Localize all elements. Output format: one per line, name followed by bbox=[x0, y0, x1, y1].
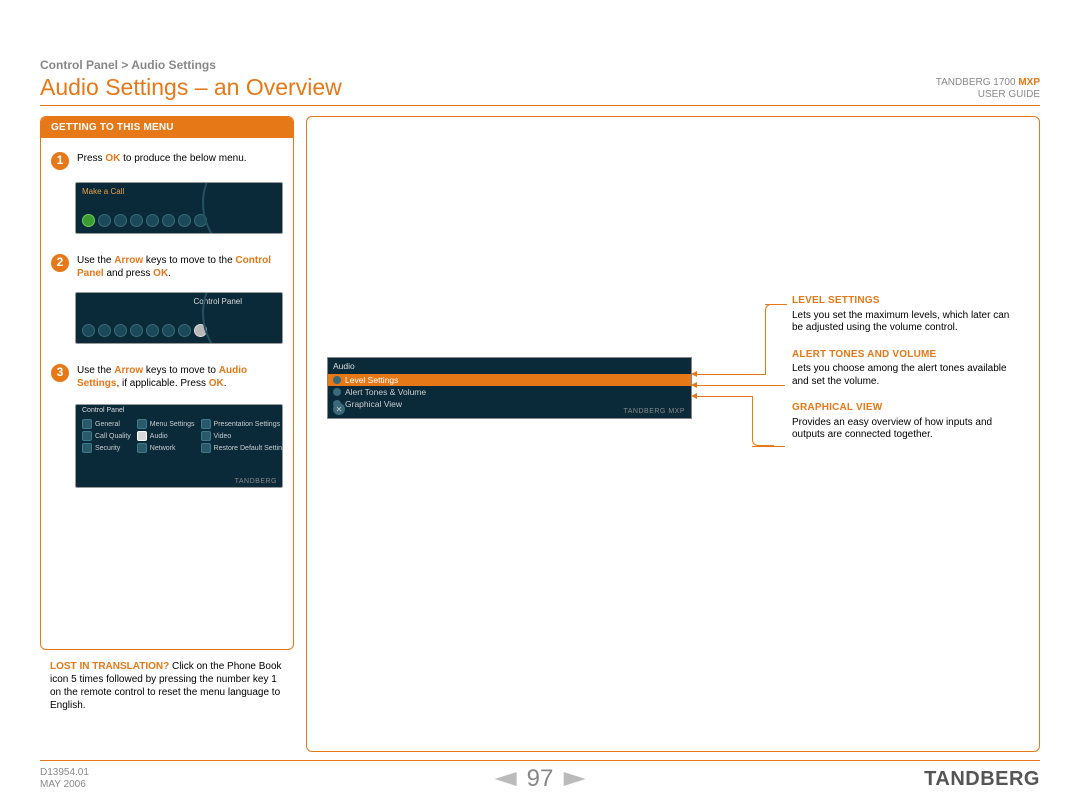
connector-bend bbox=[752, 396, 774, 446]
menu-icon bbox=[114, 214, 127, 227]
connector-bend bbox=[765, 304, 787, 375]
screenshot-1: Make a Call bbox=[75, 182, 283, 234]
step-number-3: 3 bbox=[51, 364, 69, 382]
cp-item: Presentation Settings bbox=[201, 419, 283, 429]
menu-icon bbox=[146, 324, 159, 337]
cp-icon bbox=[201, 443, 211, 453]
menu-icon bbox=[114, 324, 127, 337]
translation-tip: LOST IN TRANSLATION? Click on the Phone … bbox=[40, 660, 294, 712]
ss1-icons bbox=[82, 214, 207, 227]
cp-item: Security bbox=[82, 443, 131, 453]
menu-icon bbox=[130, 214, 143, 227]
cp-item: Menu Settings bbox=[137, 419, 195, 429]
product-subtitle: USER GUIDE bbox=[978, 89, 1040, 100]
cp-icon bbox=[137, 443, 147, 453]
connector-line bbox=[697, 385, 785, 386]
cp-item: Call Quality bbox=[82, 431, 131, 441]
ss3-brand: TANDBERG bbox=[235, 478, 277, 485]
audio-panel-brand: TANDBERG MXP bbox=[624, 408, 686, 415]
audio-panel-title: Audio bbox=[328, 358, 691, 374]
cp-item: General bbox=[82, 419, 131, 429]
sidebar-header: GETTING TO THIS MENU bbox=[41, 117, 293, 138]
row-icon bbox=[333, 376, 341, 384]
menu-icon bbox=[146, 214, 159, 227]
callout-title: ALERT TONES AND VOLUME bbox=[792, 349, 1012, 362]
cp-icon bbox=[82, 431, 92, 441]
callout-alert-tones: ALERT TONES AND VOLUME Lets you choose a… bbox=[792, 349, 1012, 389]
menu-icon bbox=[178, 214, 191, 227]
callout-graphical-view: GRAPHICAL VIEW Provides an easy overview… bbox=[792, 402, 1012, 442]
doc-number: D13954.01 bbox=[40, 767, 89, 778]
row-icon bbox=[333, 388, 341, 396]
cp-icon bbox=[82, 443, 92, 453]
cp-icon bbox=[82, 419, 92, 429]
cp-icon-selected bbox=[137, 431, 147, 441]
step-1: 1 Press OK to produce the below menu. bbox=[41, 138, 293, 176]
tip-lead: LOST IN TRANSLATION? bbox=[50, 661, 169, 672]
page-title: Audio Settings – an Overview bbox=[40, 74, 342, 101]
cp-icon bbox=[201, 431, 211, 441]
product-info: TANDBERG 1700 MXP USER GUIDE bbox=[936, 77, 1040, 101]
page-navigation: 97 bbox=[495, 765, 586, 793]
step-3-text: Use the Arrow keys to move to Audio Sett… bbox=[77, 364, 283, 390]
page-number: 97 bbox=[527, 765, 554, 793]
connector-line bbox=[697, 374, 765, 375]
connector-line bbox=[697, 396, 752, 397]
menu-icon bbox=[162, 324, 175, 337]
screenshot-3: Control Panel General Menu Settings Pres… bbox=[75, 404, 283, 488]
doc-info: D13954.01 MAY 2006 bbox=[40, 767, 89, 791]
ss2-icons bbox=[82, 324, 207, 337]
cp-item-audio: Audio bbox=[137, 431, 195, 441]
prev-page-arrow[interactable] bbox=[495, 772, 517, 786]
step-2-text: Use the Arrow keys to move to the Contro… bbox=[77, 254, 283, 280]
decorative-curve bbox=[202, 292, 283, 344]
callout-title: GRAPHICAL VIEW bbox=[792, 402, 1012, 415]
step-number-2: 2 bbox=[51, 254, 69, 272]
ss3-title: Control Panel bbox=[82, 407, 124, 414]
menu-icon bbox=[130, 324, 143, 337]
callout-text: Lets you set the maximum levels, which l… bbox=[792, 310, 1012, 335]
product-suffix: MXP bbox=[1018, 77, 1040, 88]
footer: D13954.01 MAY 2006 97 TANDBERG bbox=[40, 760, 1040, 791]
callout-text: Provides an easy overview of how inputs … bbox=[792, 417, 1012, 442]
menu-icon bbox=[98, 214, 111, 227]
next-page-arrow[interactable] bbox=[563, 772, 585, 786]
cp-icon bbox=[137, 419, 147, 429]
audio-menu-screenshot: Audio Level Settings Alert Tones & Volum… bbox=[327, 357, 692, 419]
callout-text: Lets you choose among the alert tones av… bbox=[792, 363, 1012, 388]
callout-title: LEVEL SETTINGS bbox=[792, 295, 1012, 308]
product-name: TANDBERG 1700 bbox=[936, 77, 1016, 88]
menu-icon bbox=[82, 324, 95, 337]
connector-line bbox=[765, 304, 785, 305]
cp-item: Restore Default Settings bbox=[201, 443, 283, 453]
cp-item: Network bbox=[137, 443, 195, 453]
audio-row-alert: Alert Tones & Volume bbox=[328, 386, 691, 398]
cp-item: Video bbox=[201, 431, 283, 441]
menu-icon bbox=[178, 324, 191, 337]
callout-level-settings: LEVEL SETTINGS Lets you set the maximum … bbox=[792, 295, 1012, 335]
callouts: LEVEL SETTINGS Lets you set the maximum … bbox=[792, 295, 1012, 456]
close-icon: ✕ bbox=[333, 403, 345, 415]
screenshot-2: Control Panel bbox=[75, 292, 283, 344]
connector-line bbox=[752, 446, 785, 447]
step-3: 3 Use the Arrow keys to move to Audio Se… bbox=[41, 350, 293, 398]
footer-brand: TANDBERG bbox=[924, 768, 1040, 791]
menu-icon bbox=[82, 214, 95, 227]
doc-date: MAY 2006 bbox=[40, 779, 86, 790]
decorative-curve bbox=[202, 182, 283, 234]
step-2: 2 Use the Arrow keys to move to the Cont… bbox=[41, 240, 293, 286]
ss1-label: Make a Call bbox=[82, 187, 124, 196]
audio-row-level: Level Settings bbox=[328, 374, 691, 386]
step-number-1: 1 bbox=[51, 152, 69, 170]
main-content: Audio Level Settings Alert Tones & Volum… bbox=[306, 116, 1040, 752]
menu-icon bbox=[98, 324, 111, 337]
breadcrumb: Control Panel > Audio Settings bbox=[40, 58, 1040, 72]
menu-icon bbox=[162, 214, 175, 227]
cp-icon bbox=[201, 419, 211, 429]
step-1-text: Press OK to produce the below menu. bbox=[77, 152, 247, 170]
getting-to-menu-box: GETTING TO THIS MENU 1 Press OK to produ… bbox=[40, 116, 294, 650]
